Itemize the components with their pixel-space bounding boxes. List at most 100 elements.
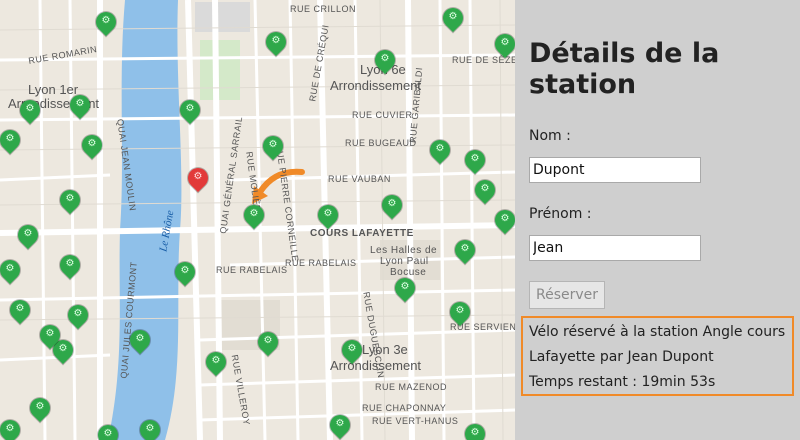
station-marker[interactable]: ⚙ — [377, 190, 407, 221]
street-label: RUE VAUBAN — [328, 174, 391, 184]
halles-line2: Lyon Paul — [380, 256, 429, 267]
station-marker[interactable]: ⚙ — [13, 220, 43, 251]
reservation-status: Vélo réservé à la station Angle cours La… — [521, 316, 794, 396]
bicycle-icon: ⚙ — [145, 423, 155, 434]
district-lyon6-line2: Arrondissement — [330, 78, 422, 93]
bicycle-icon: ⚙ — [65, 193, 75, 204]
station-marker[interactable]: ⚙ — [91, 7, 121, 38]
reserve-button[interactable]: Réserver — [529, 281, 606, 309]
station-marker[interactable]: ⚙ — [15, 95, 45, 126]
station-marker[interactable]: ⚙ — [470, 175, 500, 206]
map-view[interactable]: Lyon 1er Arrondissement Lyon 6e Arrondis… — [0, 0, 515, 440]
station-marker[interactable]: ⚙ — [460, 145, 490, 176]
station-marker[interactable]: ⚙ — [337, 335, 367, 366]
bicycle-icon: ⚙ — [448, 11, 458, 22]
bicycle-icon: ⚙ — [23, 228, 33, 239]
nom-label: Nom : — [529, 128, 571, 144]
station-marker[interactable]: ⚙ — [325, 410, 355, 440]
station-marker[interactable]: ⚙ — [445, 297, 475, 328]
selected-station-marker[interactable]: ⚙ — [183, 163, 213, 194]
bicycle-icon: ⚙ — [460, 243, 470, 254]
station-marker[interactable]: ⚙ — [5, 295, 35, 326]
station-marker[interactable]: ⚙ — [258, 131, 288, 162]
station-marker[interactable]: ⚙ — [0, 255, 25, 286]
station-marker[interactable]: ⚙ — [313, 200, 343, 231]
bicycle-icon: ⚙ — [35, 401, 45, 412]
bicycle-icon: ⚙ — [347, 343, 357, 354]
bicycle-icon: ⚙ — [387, 198, 397, 209]
bicycle-icon: ⚙ — [5, 133, 15, 144]
station-marker[interactable]: ⚙ — [261, 27, 291, 58]
bicycle-icon: ⚙ — [185, 103, 195, 114]
bicycle-icon: ⚙ — [135, 333, 145, 344]
station-marker[interactable]: ⚙ — [77, 130, 107, 161]
station-marker[interactable]: ⚙ — [0, 415, 25, 440]
street-label: RUE CUVIER — [352, 110, 413, 120]
station-marker[interactable]: ⚙ — [93, 420, 123, 440]
bicycle-icon: ⚙ — [335, 418, 345, 429]
station-marker[interactable]: ⚙ — [65, 90, 95, 121]
station-marker[interactable]: ⚙ — [450, 235, 480, 266]
station-marker[interactable]: ⚙ — [0, 125, 25, 156]
bicycle-icon: ⚙ — [101, 15, 111, 26]
street-label: RUE CRILLON — [290, 4, 357, 14]
bicycle-icon: ⚙ — [323, 208, 333, 219]
nom-input[interactable] — [529, 157, 701, 183]
station-marker[interactable]: ⚙ — [425, 135, 455, 166]
bicycle-icon: ⚙ — [5, 263, 15, 274]
bicycle-icon: ⚙ — [25, 103, 35, 114]
station-marker[interactable]: ⚙ — [390, 273, 420, 304]
bicycle-icon: ⚙ — [103, 428, 113, 439]
bicycle-icon: ⚙ — [87, 138, 97, 149]
status-line: Lafayette par Jean Dupont — [529, 349, 714, 365]
prenom-input[interactable] — [529, 235, 701, 261]
bicycle-icon: ⚙ — [15, 303, 25, 314]
bicycle-icon: ⚙ — [73, 308, 83, 319]
bicycle-icon: ⚙ — [470, 427, 480, 438]
bicycle-icon: ⚙ — [380, 53, 390, 64]
station-marker[interactable]: ⚙ — [170, 257, 200, 288]
prenom-label: Prénom : — [529, 206, 592, 222]
station-marker[interactable]: ⚙ — [438, 3, 468, 34]
bicycle-icon: ⚙ — [180, 265, 190, 276]
station-marker[interactable]: ⚙ — [239, 200, 269, 231]
station-marker[interactable]: ⚙ — [135, 415, 165, 440]
bicycle-icon: ⚙ — [400, 281, 410, 292]
bicycle-icon: ⚙ — [470, 153, 480, 164]
station-marker[interactable]: ⚙ — [490, 29, 515, 60]
status-line: Vélo réservé à la station Angle cours — [529, 324, 786, 340]
station-marker[interactable]: ⚙ — [201, 347, 231, 378]
bicycle-icon: ⚙ — [45, 328, 55, 339]
bicycle-icon: ⚙ — [500, 213, 510, 224]
station-marker[interactable]: ⚙ — [25, 393, 55, 424]
bicycle-icon: ⚙ — [211, 355, 221, 366]
bicycle-icon: ⚙ — [75, 98, 85, 109]
street-label: RUE MAZENOD — [375, 382, 448, 392]
station-marker[interactable]: ⚙ — [63, 300, 93, 331]
station-marker[interactable]: ⚙ — [35, 320, 65, 351]
station-marker[interactable]: ⚙ — [55, 250, 85, 281]
station-marker[interactable]: ⚙ — [55, 185, 85, 216]
bicycle-icon: ⚙ — [268, 139, 278, 150]
street-label: RUE BUGEAUD — [345, 138, 417, 148]
bicycle-icon: ⚙ — [455, 305, 465, 316]
status-line: Temps restant : 19min 53s — [529, 374, 716, 390]
halles-line1: Les Halles de — [370, 245, 438, 256]
bicycle-icon: ⚙ — [193, 171, 203, 182]
bicycle-icon: ⚙ — [435, 143, 445, 154]
halles-line3: Bocuse — [390, 267, 427, 278]
street-label: RUE CHAPONNAY — [362, 403, 447, 413]
station-details-panel: Détails de la station Nom : Prénom : Rés… — [515, 0, 800, 440]
station-marker[interactable]: ⚙ — [253, 327, 283, 358]
bicycle-icon: ⚙ — [249, 208, 259, 219]
station-marker[interactable]: ⚙ — [370, 45, 400, 76]
station-marker[interactable]: ⚙ — [460, 419, 490, 440]
bicycle-icon: ⚙ — [65, 258, 75, 269]
bicycle-icon: ⚙ — [5, 423, 15, 434]
station-marker[interactable]: ⚙ — [125, 325, 155, 356]
bicycle-icon: ⚙ — [263, 335, 273, 346]
street-label: RUE VERT-HANUS — [372, 416, 459, 426]
station-marker[interactable]: ⚙ — [490, 205, 515, 236]
station-marker[interactable]: ⚙ — [175, 95, 205, 126]
street-label: RUE RABELAIS — [216, 265, 288, 275]
